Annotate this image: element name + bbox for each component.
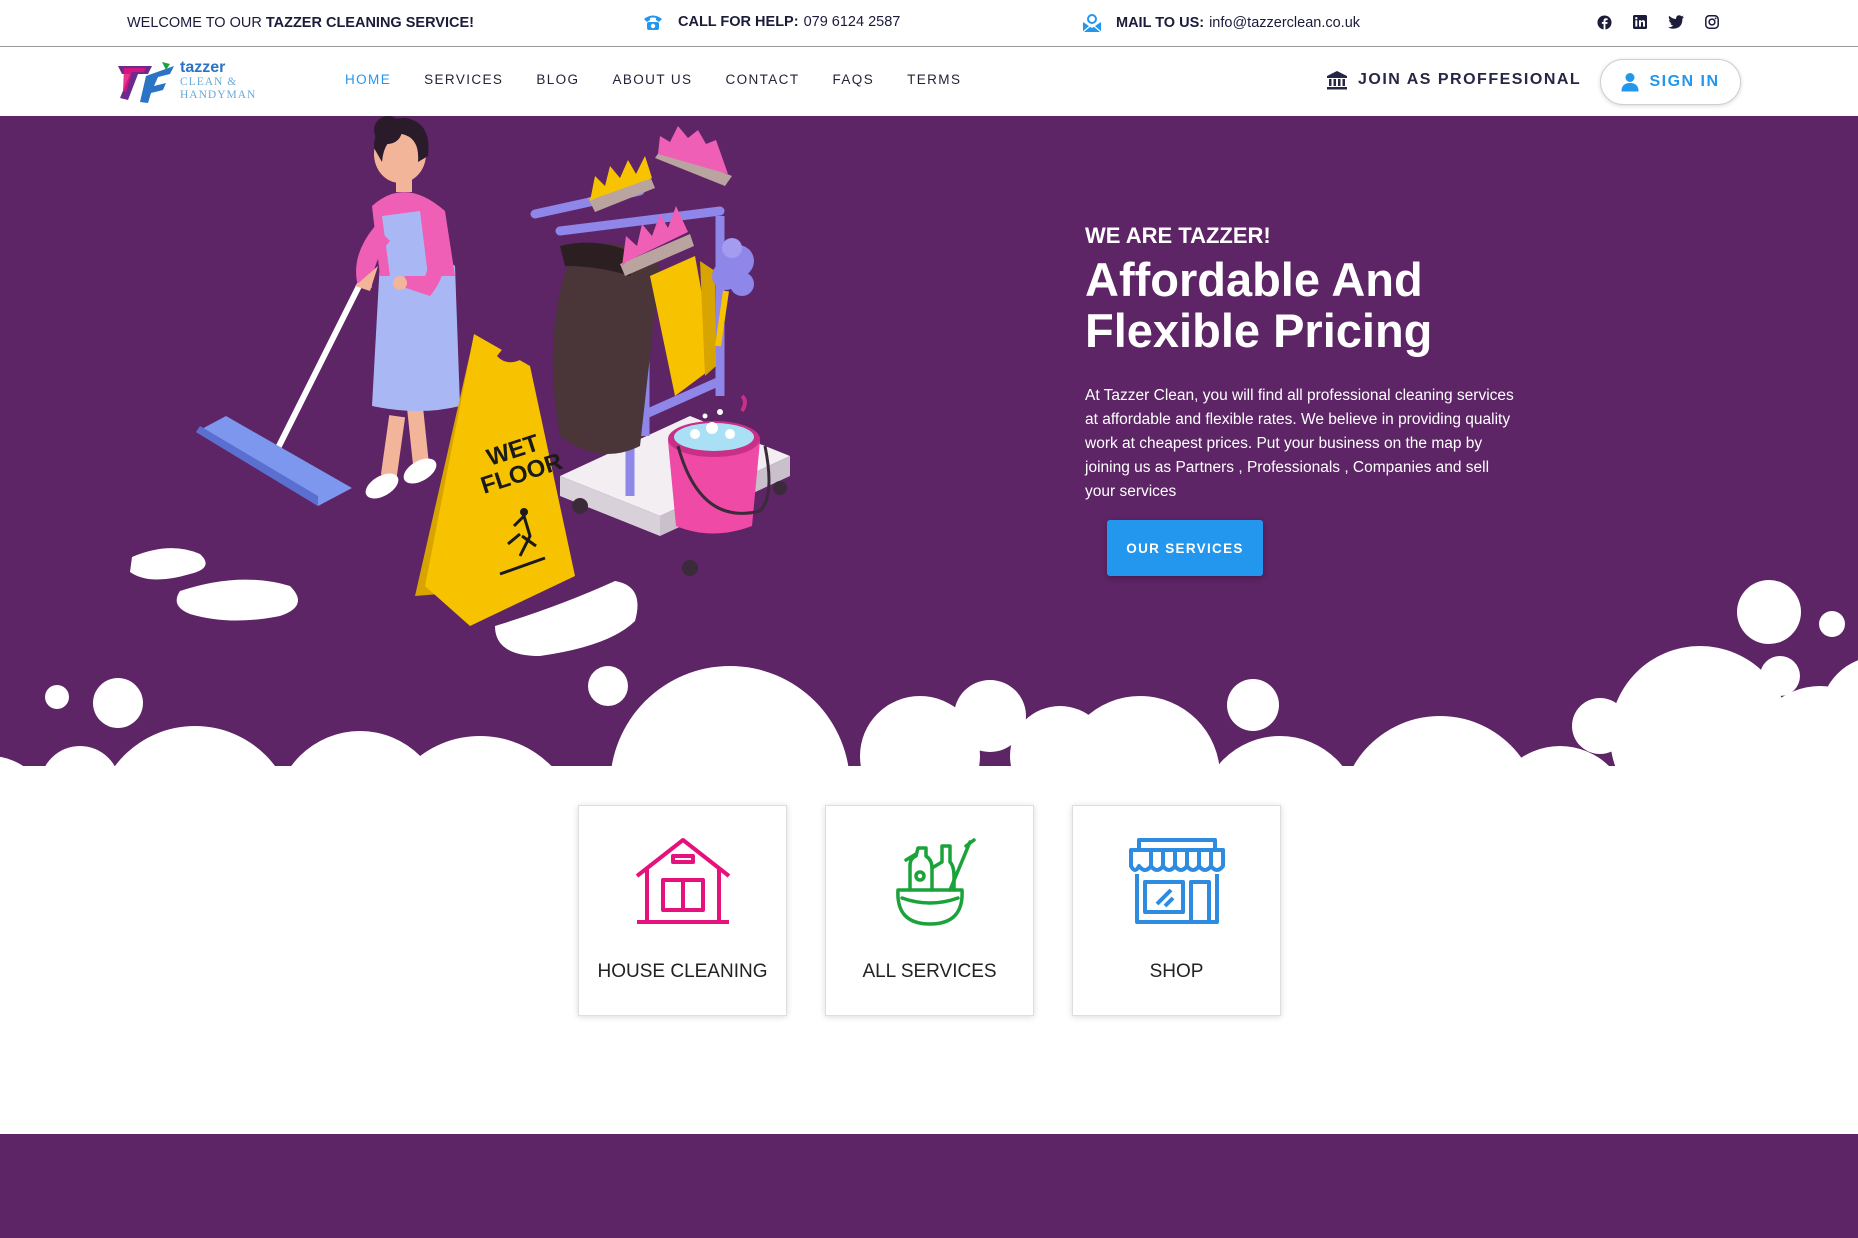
mop-icon <box>196 245 381 506</box>
nav-faqs[interactable]: FAQS <box>832 72 874 87</box>
nav-terms[interactable]: TERMS <box>907 72 961 87</box>
call-number[interactable]: 079 6124 2587 <box>804 14 901 30</box>
nav-blog[interactable]: BLOG <box>536 72 579 87</box>
join-as-professional-link[interactable]: JOIN AS PROFFESIONAL <box>1326 70 1581 90</box>
card-house-cleaning[interactable]: HOUSE CLEANING <box>578 805 787 1016</box>
sign-in-button[interactable]: SIGN IN <box>1600 59 1741 105</box>
footer-band <box>0 1134 1858 1238</box>
mail-to-us[interactable]: MAIL TO US: info@tazzerclean.co.uk <box>1082 13 1360 33</box>
service-cards: HOUSE CLEANING ALL SERVICES SHOP <box>578 805 1281 1016</box>
hero-title: Affordable And Flexible Pricing <box>1085 253 1433 357</box>
call-for-help[interactable]: CALL FOR HELP: 079 6124 2587 <box>642 13 900 31</box>
twitter-icon[interactable] <box>1668 14 1684 30</box>
facebook-icon[interactable] <box>1596 14 1612 30</box>
top-info-bar: WELCOME TO OUR TAZZER CLEANING SERVICE! … <box>0 0 1858 47</box>
cleaning-supplies-icon <box>895 838 976 926</box>
hero-illustration: WET FLOOR <box>0 116 1858 786</box>
phone-icon <box>644 15 662 30</box>
cleaning-lady-icon <box>355 116 460 499</box>
hero-section: WET FLOOR WE ARE TAZZER! Affordable And … <box>0 116 1858 786</box>
linkedin-icon[interactable] <box>1632 14 1648 30</box>
call-label: CALL FOR HELP: <box>678 14 799 30</box>
welcome-prefix: WELCOME TO OUR <box>127 15 266 31</box>
welcome-brand: TAZZER CLEANING SERVICE! <box>265 15 474 31</box>
nav-about-us[interactable]: ABOUT US <box>612 72 692 87</box>
hero-description: At Tazzer Clean, you will find all profe… <box>1085 387 1514 500</box>
instagram-icon[interactable] <box>1704 14 1720 30</box>
hero-kicker: WE ARE TAZZER! <box>1085 223 1271 248</box>
nav-home[interactable]: HOME <box>345 72 391 87</box>
card-label: ALL SERVICES <box>862 961 997 982</box>
site-logo[interactable]: tazzer CLEAN & HANDYMAN <box>118 60 278 106</box>
social-links <box>1596 14 1720 30</box>
logo-text: tazzer CLEAN & HANDYMAN <box>180 60 256 101</box>
sign-in-label: SIGN IN <box>1649 73 1720 90</box>
logo-line-1: tazzer <box>180 59 226 76</box>
welcome-text: WELCOME TO OUR TAZZER CLEANING SERVICE! <box>127 15 474 31</box>
main-menu: HOME SERVICES BLOG ABOUT US CONTACT FAQS… <box>345 72 994 87</box>
user-icon <box>1621 73 1639 92</box>
tazzer-logo-mark <box>118 62 174 103</box>
card-all-services[interactable]: ALL SERVICES <box>825 805 1034 1016</box>
nav-contact[interactable]: CONTACT <box>725 72 799 87</box>
card-shop[interactable]: SHOP <box>1072 805 1281 1016</box>
mail-address[interactable]: info@tazzerclean.co.uk <box>1209 15 1360 31</box>
logo-line-2: CLEAN & <box>180 76 238 88</box>
our-services-button[interactable]: OUR SERVICES <box>1107 520 1263 576</box>
house-icon <box>635 838 730 924</box>
logo-line-3: HANDYMAN <box>180 88 257 101</box>
join-label: JOIN AS PROFFESIONAL <box>1358 71 1582 88</box>
main-navbar: tazzer CLEAN & HANDYMAN HOME SERVICES BL… <box>0 48 1858 116</box>
card-label: HOUSE CLEANING <box>597 961 768 982</box>
mail-label: MAIL TO US: <box>1116 15 1205 31</box>
cleaning-cart-icon <box>530 126 790 576</box>
nav-services[interactable]: SERVICES <box>424 72 503 87</box>
card-label: SHOP <box>1149 961 1204 982</box>
mail-icon <box>1082 14 1102 33</box>
shop-icon <box>1128 838 1225 924</box>
bank-icon <box>1327 71 1347 90</box>
